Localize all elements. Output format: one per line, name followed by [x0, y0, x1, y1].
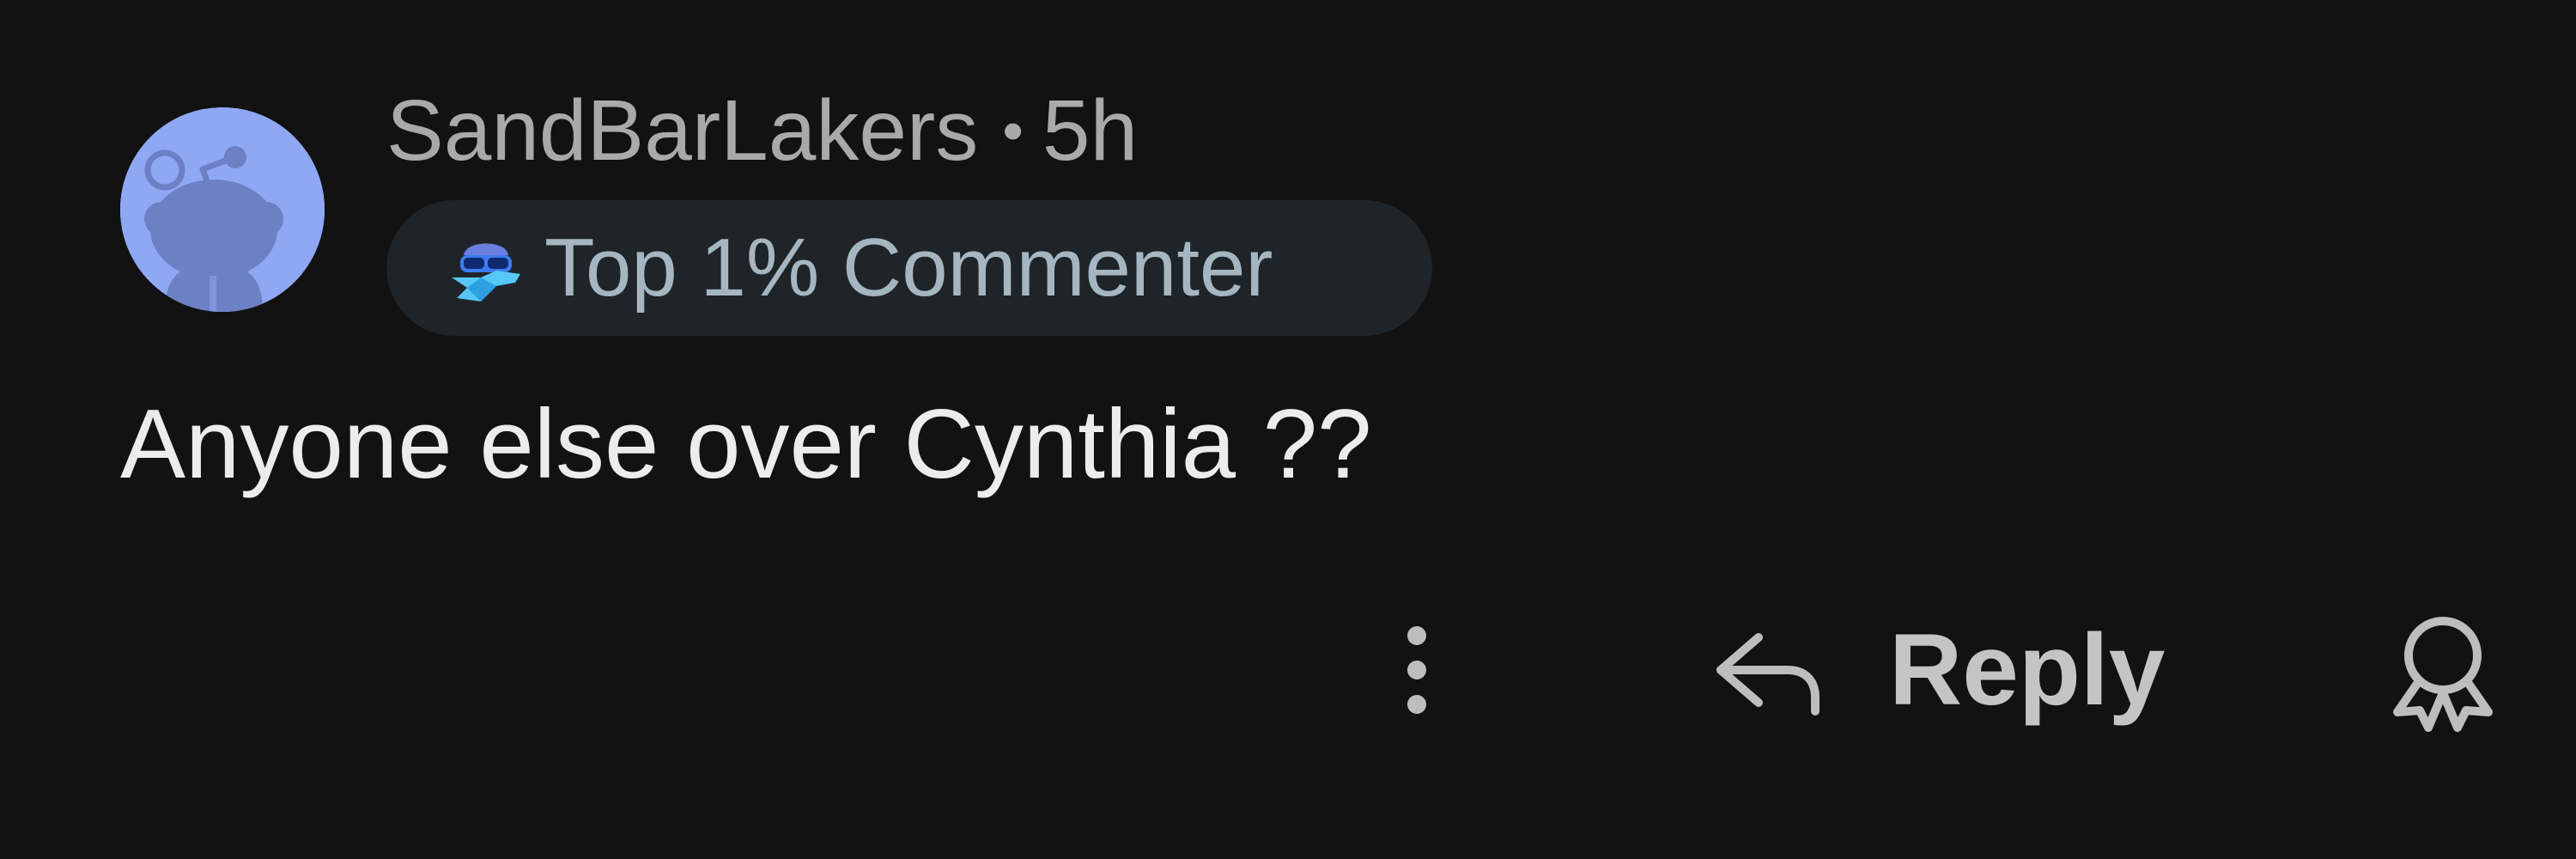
snoo-avatar-icon	[120, 107, 325, 312]
more-vertical-icon	[1407, 626, 1426, 714]
comment-meta: SandBarLakers • 5h	[386, 79, 1138, 182]
reply-label: Reply	[1889, 613, 2166, 727]
comment-actions: Reply	[0, 593, 2576, 747]
timestamp: 5h	[1042, 82, 1139, 179]
reply-button[interactable]: Reply	[1709, 610, 2165, 730]
award-icon	[2393, 617, 2493, 732]
avatar[interactable]	[120, 107, 325, 312]
flair-label: Top 1% Commenter	[544, 222, 1273, 314]
user-flair: Top 1% Commenter	[386, 200, 1432, 336]
award-button[interactable]	[2379, 606, 2507, 734]
username[interactable]: SandBarLakers	[386, 82, 978, 180]
reply-arrow-icon	[1709, 618, 1829, 722]
snoo-sunglasses-icon	[447, 229, 526, 307]
meta-separator: •	[1002, 97, 1024, 164]
more-options-button[interactable]	[1374, 610, 1460, 730]
comment-body: Anyone else over Cynthia ??	[120, 390, 1372, 499]
comment: SandBarLakers • 5h Top 1% Commenter Anyo…	[0, 0, 2576, 859]
